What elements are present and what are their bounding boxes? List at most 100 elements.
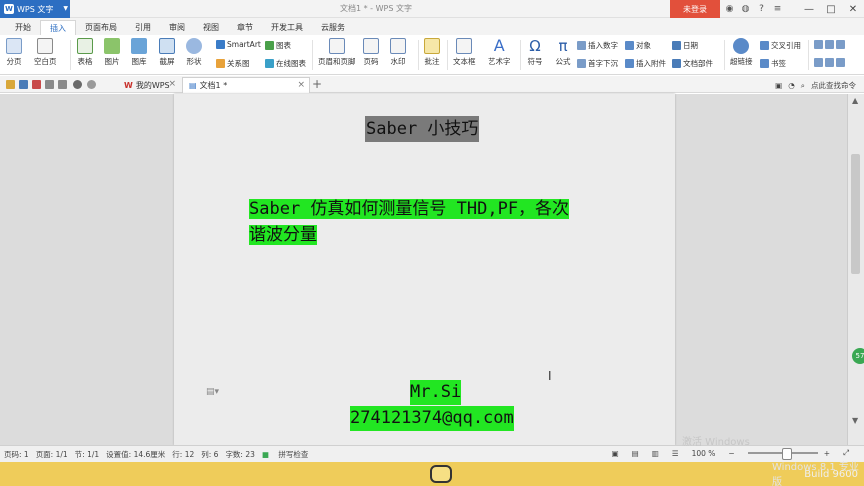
tab-home[interactable]: 开始 <box>6 20 40 35</box>
insert-attachment-button[interactable]: 插入附件 <box>625 58 666 69</box>
watermark-icon <box>390 38 406 54</box>
chart-button[interactable]: 图表 <box>265 40 291 51</box>
table-button[interactable]: 表格 <box>77 38 93 67</box>
app-menu-button[interactable]: W WPS 文字 ▼ <box>0 0 70 18</box>
page-number-icon <box>363 38 379 54</box>
more-tools-row1[interactable] <box>814 40 847 49</box>
options-icon[interactable]: ≡ <box>772 2 783 15</box>
status-word-count[interactable]: 字数: 23 <box>225 449 254 460</box>
tab-review[interactable]: 审阅 <box>160 20 194 35</box>
blank-page-button[interactable]: 空白页 <box>34 38 57 67</box>
tab-insert[interactable]: 插入 <box>40 20 76 35</box>
vertical-scrollbar[interactable]: ▲ 57 ▼ <box>847 94 864 445</box>
page-number-button[interactable]: 页码 <box>363 38 379 67</box>
view-mode-web-icon[interactable]: ▥ <box>652 449 659 458</box>
login-button[interactable]: 未登录 <box>670 0 720 18</box>
zoom-slider[interactable] <box>747 448 818 460</box>
formula-button[interactable]: π 公式 <box>555 38 571 67</box>
speed-badge-icon[interactable]: 57 <box>852 348 864 364</box>
view-mode-full-icon[interactable]: ▣ <box>612 449 619 458</box>
shapes-button[interactable]: 形状 <box>186 38 202 67</box>
close-icon[interactable]: × <box>297 80 305 90</box>
zoom-in-icon[interactable]: + <box>824 449 830 458</box>
quick-access-bar: W 我的WPS × ▤ 文档1 * × + ▣ ◔ ⌕ 点此查找命令 <box>0 76 864 93</box>
gallery-button[interactable]: 图库 <box>131 38 147 67</box>
document-heading[interactable]: Saber 仿真如何测量信号 THD,PF，各次 谐波分量 <box>249 196 601 248</box>
close-icon[interactable]: × <box>168 79 176 89</box>
smartart-button[interactable]: SmartArt <box>216 40 261 49</box>
activate-windows-text: 激活 Windows <box>682 437 750 448</box>
open-folder-icon[interactable] <box>6 80 15 89</box>
tab-view[interactable]: 视图 <box>194 20 228 35</box>
omega-icon: Ω <box>529 37 541 55</box>
relation-chart-button[interactable]: 关系图 <box>216 58 250 69</box>
header-footer-button[interactable]: 页眉和页脚 <box>318 38 356 67</box>
scroll-down-icon[interactable]: ▼ <box>852 416 858 425</box>
document-title[interactable]: Saber 小技巧 <box>365 116 480 142</box>
picture-icon <box>104 38 120 54</box>
bell-icon[interactable]: ◔ <box>788 81 795 90</box>
view-mode-page-icon[interactable]: ▤ <box>632 449 639 458</box>
print-icon[interactable] <box>45 80 54 89</box>
tab-chapter[interactable]: 章节 <box>228 20 262 35</box>
wordart-button[interactable]: A 艺术字 <box>488 38 511 67</box>
tab-document1[interactable]: ▤ 文档1 * × <box>182 77 310 93</box>
pi-icon: π <box>558 37 568 55</box>
date-button[interactable]: 日期 <box>672 40 698 51</box>
undo-icon[interactable] <box>73 80 82 89</box>
wps-logo-icon: W <box>4 4 14 14</box>
heading-line-1: Saber 仿真如何测量信号 THD,PF，各次 <box>249 199 570 219</box>
author-email[interactable]: 274121374@qq.com <box>350 406 514 431</box>
bookmark-button[interactable]: 书签 <box>760 58 786 69</box>
picture-button[interactable]: 图片 <box>104 38 120 67</box>
help-icon[interactable]: ? <box>756 2 767 15</box>
textbox-button[interactable]: 文本框 <box>453 38 476 67</box>
shapes-icon <box>186 38 202 54</box>
cross-reference-button[interactable]: 交叉引用 <box>760 40 801 51</box>
maximize-icon[interactable]: □ <box>820 0 842 18</box>
number-icon <box>577 41 586 50</box>
tool-icon <box>836 40 845 49</box>
minimize-icon[interactable]: — <box>798 0 820 18</box>
more-tools-row2[interactable] <box>814 58 847 67</box>
screenshot-button[interactable]: 截屏 <box>159 38 175 67</box>
symbol-button[interactable]: Ω 符号 <box>527 38 543 67</box>
scroll-up-icon[interactable]: ▲ <box>852 96 858 105</box>
watermark-button[interactable]: 水印 <box>390 38 406 67</box>
redo-icon[interactable] <box>87 80 96 89</box>
paste-options-icon[interactable]: ▤▾ <box>206 387 219 397</box>
view-mode-outline-icon[interactable]: ☰ <box>672 449 679 458</box>
calendar-icon <box>672 41 681 50</box>
hyperlink-button[interactable]: 超链接 <box>730 38 753 67</box>
layout-icon[interactable]: ▣ <box>775 81 782 90</box>
tab-cloud[interactable]: 云服务 <box>312 20 354 35</box>
skin-icon[interactable]: ◉ <box>724 2 735 15</box>
page-break-button[interactable]: 分页 <box>6 38 22 67</box>
tab-developer[interactable]: 开发工具 <box>262 20 312 35</box>
scrollbar-thumb[interactable] <box>851 154 860 274</box>
insert-number-button[interactable]: 插入数字 <box>577 40 618 51</box>
taskbar-app-icon[interactable] <box>430 465 452 483</box>
fit-page-icon[interactable]: ⤢ <box>843 448 849 458</box>
tab-page-layout[interactable]: 页面布局 <box>76 20 126 35</box>
drop-cap-button[interactable]: 首字下沉 <box>577 58 618 69</box>
zoom-level[interactable]: 100 % <box>692 449 716 458</box>
doc-parts-button[interactable]: 文档部件 <box>672 58 713 69</box>
command-search[interactable]: ▣ ◔ ⌕ 点此查找命令 <box>775 80 856 91</box>
spellcheck-toggle[interactable]: ■ 拼写检查 <box>262 449 315 460</box>
close-icon[interactable]: ✕ <box>842 0 864 18</box>
save-icon[interactable] <box>19 80 28 89</box>
comment-button[interactable]: 批注 <box>424 38 440 67</box>
tab-my-wps[interactable]: W 我的WPS × <box>118 77 180 93</box>
object-button[interactable]: 对象 <box>625 40 651 51</box>
author-name[interactable]: Mr.Si <box>410 380 462 405</box>
status-row: 行: 12 <box>172 449 195 459</box>
new-tab-icon[interactable]: + <box>312 77 322 91</box>
export-pdf-icon[interactable] <box>32 80 41 89</box>
online-chart-button[interactable]: 在线图表 <box>265 58 306 69</box>
zoom-out-icon[interactable]: − <box>728 449 734 458</box>
smartart-icon <box>216 40 225 49</box>
print-preview-icon[interactable] <box>58 80 67 89</box>
message-icon[interactable]: ◍ <box>740 2 751 15</box>
tab-references[interactable]: 引用 <box>126 20 160 35</box>
